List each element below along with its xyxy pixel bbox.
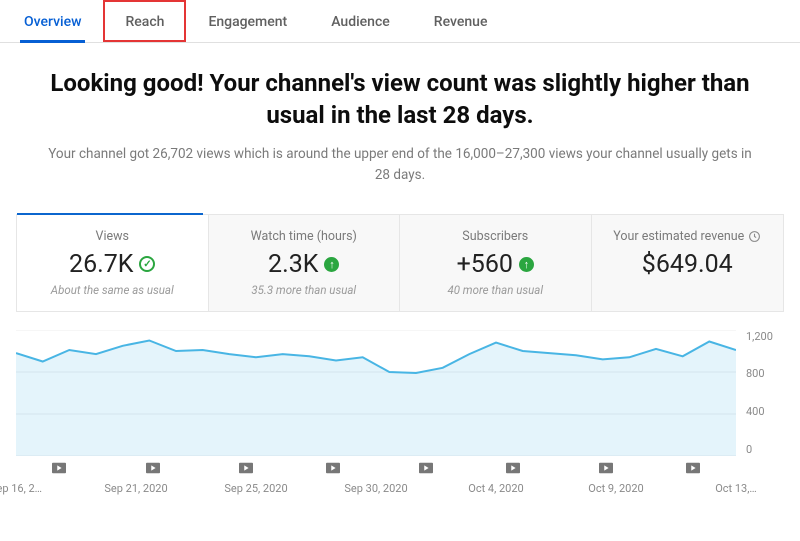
tab-audience[interactable]: Audience	[309, 0, 412, 42]
tab-reach[interactable]: Reach	[103, 0, 186, 42]
play-icon	[506, 462, 520, 474]
clock-icon	[748, 230, 761, 243]
stat-revenue-label: Your estimated revenue	[600, 229, 776, 244]
stat-views-value: 26.7K ✓	[25, 250, 200, 279]
tab-engagement[interactable]: Engagement	[186, 0, 309, 42]
stat-subscribers-value: +560 ↑	[408, 250, 583, 279]
y-tick: 1,200	[740, 330, 784, 343]
subhead-text: Your channel got 26,702 views which is a…	[40, 144, 760, 186]
summary-header: Looking good! Your channel's view count …	[0, 43, 800, 200]
stat-subscribers-label: Subscribers	[408, 229, 583, 244]
arrow-up-circle-icon: ↑	[519, 257, 534, 272]
play-icon	[599, 462, 613, 474]
stat-views-note: About the same as usual	[25, 283, 200, 297]
chart-plot-area	[16, 330, 736, 456]
x-tick: Oct 9, 2020	[588, 482, 643, 495]
stat-views[interactable]: Views 26.7K ✓ About the same as usual	[17, 215, 209, 311]
stat-watch-time-note: 35.3 more than usual	[217, 283, 392, 297]
stat-revenue[interactable]: Your estimated revenue $649.04	[592, 215, 784, 311]
play-icon	[686, 462, 700, 474]
chart-y-axis: 1,200 800 400 0	[740, 330, 784, 456]
play-icon	[146, 462, 160, 474]
stat-subscribers-note: 40 more than usual	[408, 283, 583, 297]
analytics-tabs: Overview Reach Engagement Audience Reven…	[0, 0, 800, 43]
play-icon	[326, 462, 340, 474]
play-icon	[239, 462, 253, 474]
x-tick: Sep 25, 2020	[224, 482, 287, 495]
stat-revenue-value: $649.04	[600, 250, 776, 279]
stat-watch-time-label: Watch time (hours)	[217, 229, 392, 244]
play-icon	[419, 462, 433, 474]
x-tick: Sep 21, 2020	[104, 482, 167, 495]
stat-subscribers[interactable]: Subscribers +560 ↑ 40 more than usual	[400, 215, 592, 311]
check-circle-icon: ✓	[139, 256, 155, 272]
y-tick: 800	[740, 367, 784, 380]
stat-cards: Views 26.7K ✓ About the same as usual Wa…	[16, 214, 784, 312]
stat-views-label: Views	[25, 229, 200, 244]
stat-watch-time-value: 2.3K ↑	[217, 250, 392, 279]
x-tick: Oct 13,…	[715, 482, 757, 495]
play-icon	[52, 462, 66, 474]
tab-revenue[interactable]: Revenue	[412, 0, 510, 42]
chart-x-axis: Sep 16, 2…Sep 21, 2020Sep 25, 2020Sep 30…	[16, 482, 736, 500]
y-tick: 400	[740, 405, 784, 418]
stat-watch-time[interactable]: Watch time (hours) 2.3K ↑ 35.3 more than…	[209, 215, 401, 311]
x-tick: Sep 16, 2…	[0, 482, 42, 495]
tab-overview[interactable]: Overview	[2, 0, 103, 42]
arrow-up-circle-icon: ↑	[324, 257, 339, 272]
chart-play-markers	[16, 462, 736, 478]
x-tick: Sep 30, 2020	[344, 482, 407, 495]
views-chart: 1,2008004000 Sep 16, 2…Sep 21, 2020Sep 2…	[16, 330, 784, 500]
y-tick: 0	[740, 443, 784, 456]
x-tick: Oct 4, 2020	[468, 482, 523, 495]
headline-text: Looking good! Your channel's view count …	[40, 67, 760, 132]
